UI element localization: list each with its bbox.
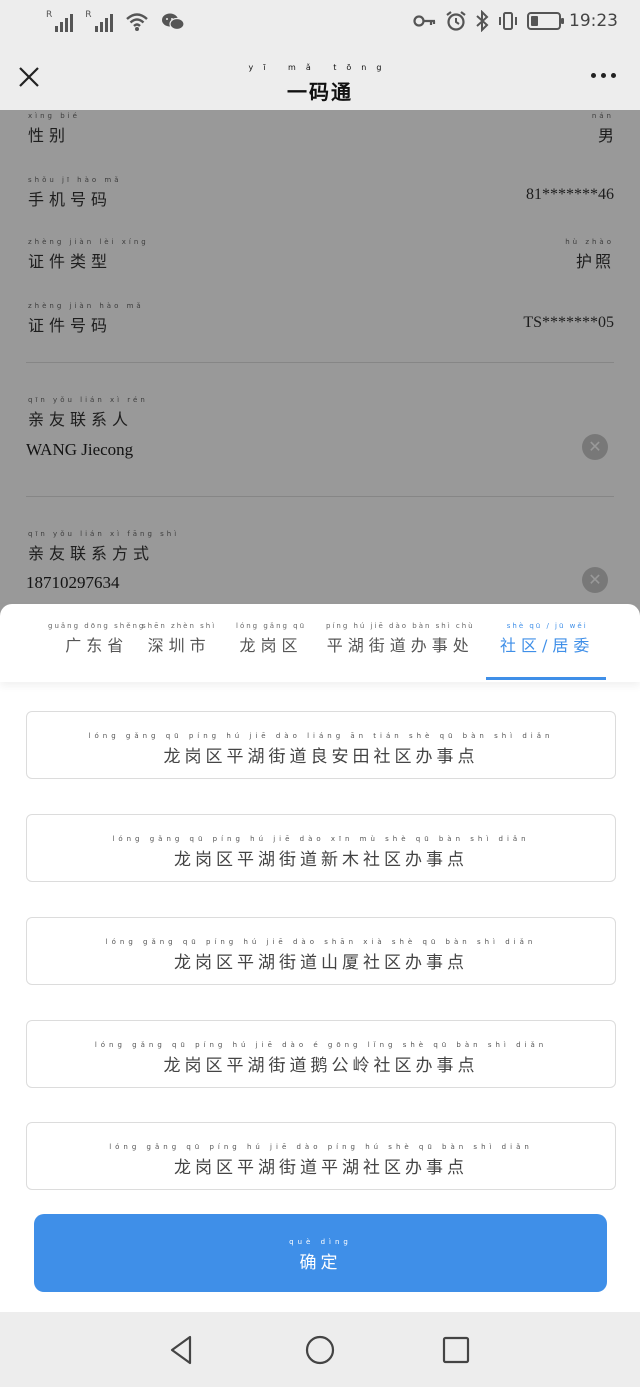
tab-label: 龙岗区 <box>239 636 303 655</box>
battery-icon <box>527 12 564 30</box>
option-pinyin: lóng gǎng qū píng hú jiē dào shān xià sh… <box>105 938 537 946</box>
confirm-pinyin: què dìng <box>289 1238 352 1246</box>
option-item[interactable]: lóng gǎng qū píng hú jiē dào píng hú shè… <box>26 1122 616 1190</box>
option-pinyin: lóng gǎng qū píng hú jiē dào liáng ān ti… <box>88 732 554 740</box>
tab-subdistrict[interactable]: píng hú jiē dào bàn shì chù 平湖街道办事处 <box>326 622 475 656</box>
tab-pinyin: píng hú jiē dào bàn shì chù <box>326 622 475 630</box>
page-title-pinyin: yī mǎ tōng <box>248 63 392 72</box>
bluetooth-icon <box>476 10 489 32</box>
option-label: 龙岗区平湖街道山厦社区办事点 <box>174 953 468 973</box>
system-nav-bar <box>0 1312 640 1387</box>
wifi-icon <box>125 13 148 31</box>
tab-pinyin: guǎng dōng shěng <box>48 622 146 630</box>
tab-pinyin: shēn zhèn shì <box>142 622 217 630</box>
signal-icon: R <box>85 10 113 32</box>
status-right: 19:23 <box>413 10 618 32</box>
key-icon <box>413 15 436 27</box>
back-icon[interactable] <box>166 1334 198 1366</box>
region-tabs: guǎng dōng shěng 广东省 shēn zhèn shì 深圳市 l… <box>0 604 640 682</box>
option-item[interactable]: lóng gǎng qū píng hú jiē dào xīn mù shè … <box>26 814 616 882</box>
status-left: R R <box>46 10 185 32</box>
tab-pinyin: shè qū / jū wěi <box>506 622 588 630</box>
option-item[interactable]: lóng gǎng qū píng hú jiē dào liáng ān ti… <box>26 711 616 779</box>
tab-province[interactable]: guǎng dōng shěng 广东省 <box>48 622 145 656</box>
status-bar: R R 19:23 <box>0 0 640 46</box>
option-label: 龙岗区平湖街道良安田社区办事点 <box>163 747 479 767</box>
confirm-label: 确定 <box>299 1253 342 1273</box>
recents-icon[interactable] <box>440 1334 472 1366</box>
more-icon[interactable] <box>591 73 616 78</box>
tab-label: 深圳市 <box>147 636 211 655</box>
option-item[interactable]: lóng gǎng qū píng hú jiē dào shān xià sh… <box>26 917 616 985</box>
option-label: 龙岗区平湖街道平湖社区办事点 <box>174 1158 468 1178</box>
page-title: 一码通 <box>287 80 353 104</box>
nav-bar: yī mǎ tōng 一码通 <box>0 46 640 110</box>
tab-community[interactable]: shè qū / jū wěi 社区/居委 <box>500 622 594 656</box>
vibrate-icon <box>499 12 517 30</box>
tab-label: 社区/居委 <box>500 636 595 655</box>
tab-label: 平湖街道办事处 <box>326 636 474 655</box>
home-icon[interactable] <box>304 1334 336 1366</box>
region-picker-sheet: guǎng dōng shěng 广东省 shēn zhèn shì 深圳市 l… <box>0 604 640 1312</box>
option-label: 龙岗区平湖街道新木社区办事点 <box>174 850 468 870</box>
tab-district[interactable]: lóng gǎng qū 龙岗区 <box>236 622 306 656</box>
option-pinyin: lóng gǎng qū píng hú jiē dào xīn mù shè … <box>112 835 530 843</box>
confirm-button[interactable]: què dìng 确定 <box>34 1214 607 1292</box>
status-time: 19:23 <box>569 11 618 31</box>
signal-icon: R <box>46 10 74 32</box>
option-pinyin: lóng gǎng qū píng hú jiē dào é gōng lǐng… <box>94 1041 548 1049</box>
option-item[interactable]: lóng gǎng qū píng hú jiē dào é gōng lǐng… <box>26 1020 616 1088</box>
active-tab-indicator <box>486 677 606 680</box>
wechat-icon <box>161 13 185 31</box>
tab-city[interactable]: shēn zhèn shì 深圳市 <box>142 622 216 656</box>
tab-pinyin: lóng gǎng qū <box>236 622 307 630</box>
option-label: 龙岗区平湖街道鹅公岭社区办事点 <box>163 1056 479 1076</box>
option-pinyin: lóng gǎng qū píng hú jiē dào píng hú shè… <box>109 1143 533 1151</box>
sim1-label: R <box>46 10 53 20</box>
sim2-label: R <box>85 10 92 20</box>
alarm-icon <box>446 11 466 31</box>
tab-label: 广东省 <box>65 636 129 655</box>
